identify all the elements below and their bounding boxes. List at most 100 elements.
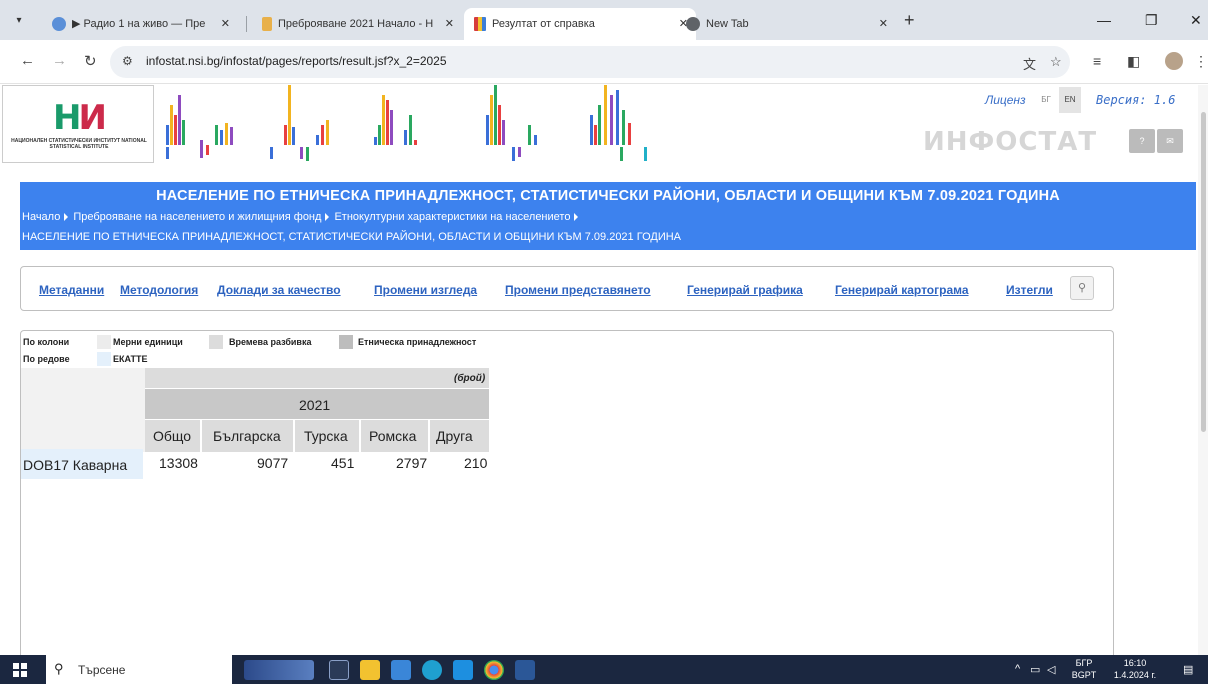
generate-chart-link[interactable]: Генерирай графика xyxy=(687,283,803,297)
col-total-label: Общо xyxy=(153,428,192,444)
more-menu-icon[interactable]: ⋮ xyxy=(1194,53,1208,70)
dim-swatch xyxy=(97,352,111,366)
edge-icon[interactable] xyxy=(422,660,442,680)
col-roma-label: Ромска xyxy=(369,428,417,444)
tab-radio[interactable]: ▶ Радио 1 на живо — Пре ✕ xyxy=(42,8,238,40)
tab-search-button[interactable]: ▾ xyxy=(10,12,28,30)
row-label[interactable]: DOB17 Каварна xyxy=(23,457,127,473)
omnibox[interactable]: ⚙ infostat.nsi.bg/infostat/pages/reports… xyxy=(110,46,1070,78)
dim-units-tag[interactable]: Мерни единици xyxy=(113,337,183,347)
mail-button[interactable]: ✉ xyxy=(1157,129,1183,153)
word-icon[interactable] xyxy=(515,660,535,680)
value-other: 210 xyxy=(464,455,488,471)
col-turkish-label: Турска xyxy=(304,428,348,444)
metadata-link[interactable]: Метаданни xyxy=(39,283,104,297)
notifications-icon[interactable]: ▤ xyxy=(1183,663,1193,676)
methodology-link[interactable]: Методология xyxy=(120,283,198,297)
download-link[interactable]: Изтегли xyxy=(1006,283,1053,297)
volume-icon[interactable]: ◁ xyxy=(1047,663,1055,676)
dim-swatch xyxy=(97,335,111,349)
chrome-icon[interactable] xyxy=(484,660,504,680)
close-icon[interactable]: ✕ xyxy=(221,8,230,40)
version-label: Версия: 1.6 xyxy=(1096,93,1176,107)
bookmark-star-icon[interactable]: ☆ xyxy=(1050,54,1062,70)
taskbar-search-placeholder: Търсене xyxy=(78,663,126,677)
radio-favicon-icon xyxy=(52,17,66,32)
change-view-link[interactable]: Промени изгледа xyxy=(374,283,477,297)
generate-map-link[interactable]: Генерирай картограма xyxy=(835,283,969,297)
bars-group-4 xyxy=(486,85,537,161)
file-explorer-icon[interactable] xyxy=(360,660,380,680)
dim-ethnic-tag[interactable]: Етническа принадлежност xyxy=(358,337,476,347)
report-banner: НАСЕЛЕНИЕ ПО ЕТНИЧЕСКА ПРИНАДЛЕЖНОСТ, СТ… xyxy=(20,182,1196,250)
dim-time-tag[interactable]: Времева разбивка xyxy=(229,337,311,347)
network-icon[interactable]: ▭ xyxy=(1030,663,1040,676)
row-header-corner xyxy=(21,368,145,452)
infostat-brand: ИНФОСТАТ xyxy=(923,127,1098,157)
minimize-icon[interactable]: — xyxy=(1097,12,1111,28)
breadcrumb-current: НАСЕЛЕНИЕ ПО ЕТНИЧЕСКА ПРИНАДЛЕЖНОСТ, СТ… xyxy=(22,231,682,243)
tab-title: Резултат от справка xyxy=(492,18,595,30)
breadcrumb-ethnocultural[interactable]: Етнокултурни характеристики на население… xyxy=(334,211,570,223)
forward-icon[interactable]: → xyxy=(52,52,67,69)
dim-swatch xyxy=(209,335,223,349)
breadcrumb-census[interactable]: Преброяване на населението и жилищния фо… xyxy=(73,211,321,223)
tab-census[interactable]: Преброяване 2021 Начало - Н ✕ xyxy=(252,8,462,40)
year-label: 2021 xyxy=(299,397,331,413)
breadcrumb: Начало Преброяване на населението и жилищ… xyxy=(22,211,583,223)
lang-en-button[interactable]: EN xyxy=(1059,87,1081,113)
help-button[interactable]: ? xyxy=(1129,129,1155,153)
tab-report-result[interactable]: Резултат от справка ✕ xyxy=(464,8,696,40)
breadcrumb-arrow-icon xyxy=(64,212,69,221)
windows-start-icon[interactable] xyxy=(13,663,27,677)
value-roma: 2797 xyxy=(396,455,428,471)
breadcrumb-arrow-icon xyxy=(574,212,579,221)
translate-icon[interactable]: 文 xyxy=(1023,54,1036,73)
tab-strip: ▾ ▶ Радио 1 на живо — Пре ✕ Преброяване … xyxy=(0,0,1208,40)
bars-group-1 xyxy=(166,95,233,159)
search-icon[interactable]: ⚲ xyxy=(1070,276,1094,300)
license-link[interactable]: Лиценз xyxy=(985,93,1026,107)
decorative-bars-banner xyxy=(166,85,647,161)
side-panel-icon[interactable]: ◧ xyxy=(1127,53,1140,70)
result-table-panel: По колони Мерни единици Времева разбивка… xyxy=(20,330,1114,655)
input-language[interactable]: БГР BGPT xyxy=(1063,657,1105,681)
lang-bg-button[interactable]: БГ xyxy=(1035,87,1057,113)
page-scrollbar-thumb[interactable] xyxy=(1201,112,1206,432)
clock[interactable]: 16:10 1.4.2024 г. xyxy=(1107,657,1163,681)
restore-icon[interactable]: ❐ xyxy=(1145,12,1158,29)
close-icon[interactable]: ✕ xyxy=(879,8,888,40)
avatar[interactable] xyxy=(1165,52,1183,70)
tab-separator xyxy=(246,16,247,32)
back-icon[interactable]: ← xyxy=(20,52,35,69)
site-info-icon[interactable]: ⚙ xyxy=(122,54,133,68)
reload-icon[interactable]: ↻ xyxy=(84,52,97,70)
taskbar-search[interactable]: ⚲ Търсене xyxy=(46,655,232,684)
url-text[interactable]: infostat.nsi.bg/infostat/pages/reports/r… xyxy=(146,54,447,68)
store-icon[interactable] xyxy=(391,660,411,680)
windows-taskbar: ⚲ Търсене ^ ▭ ◁ БГР BGPT 16:10 1.4.2024 … xyxy=(0,655,1208,684)
dim-ekatte-tag[interactable]: ЕКАТТЕ xyxy=(113,354,148,364)
change-representation-link[interactable]: Промени представянето xyxy=(505,283,651,297)
mail-icon[interactable] xyxy=(453,660,473,680)
reading-list-icon[interactable]: ≡ xyxy=(1093,53,1101,69)
col-other-label: Друга xyxy=(436,428,473,444)
breadcrumb-arrow-icon xyxy=(325,212,330,221)
search-icon: ⚲ xyxy=(54,661,64,676)
unit-label: (брой) xyxy=(454,373,486,384)
new-tab-button[interactable]: + xyxy=(904,10,915,31)
nsi-logo-text: НАЦИОНАЛЕН СТАТИСТИЧЕСКИ ИНСТИТУТ NATION… xyxy=(11,138,147,150)
tab-new-tab[interactable]: New Tab ✕ xyxy=(676,8,896,40)
task-view-icon[interactable] xyxy=(329,660,349,680)
quality-reports-link[interactable]: Доклади за качество xyxy=(217,283,341,297)
tab-title: New Tab xyxy=(706,18,749,30)
value-turkish: 451 xyxy=(331,455,355,471)
nsi-logo[interactable]: НИ НАЦИОНАЛЕН СТАТИСТИЧЕСКИ ИНСТИТУТ NAT… xyxy=(2,85,154,163)
bars-group-5 xyxy=(590,85,647,161)
close-icon[interactable]: ✕ xyxy=(445,8,454,40)
breadcrumb-home[interactable]: Начало xyxy=(22,211,60,223)
tray-chevron-icon[interactable]: ^ xyxy=(1015,663,1020,675)
bars-group-3 xyxy=(374,95,417,145)
search-highlight-icon[interactable] xyxy=(244,660,314,680)
window-close-icon[interactable]: ✕ xyxy=(1190,12,1202,29)
